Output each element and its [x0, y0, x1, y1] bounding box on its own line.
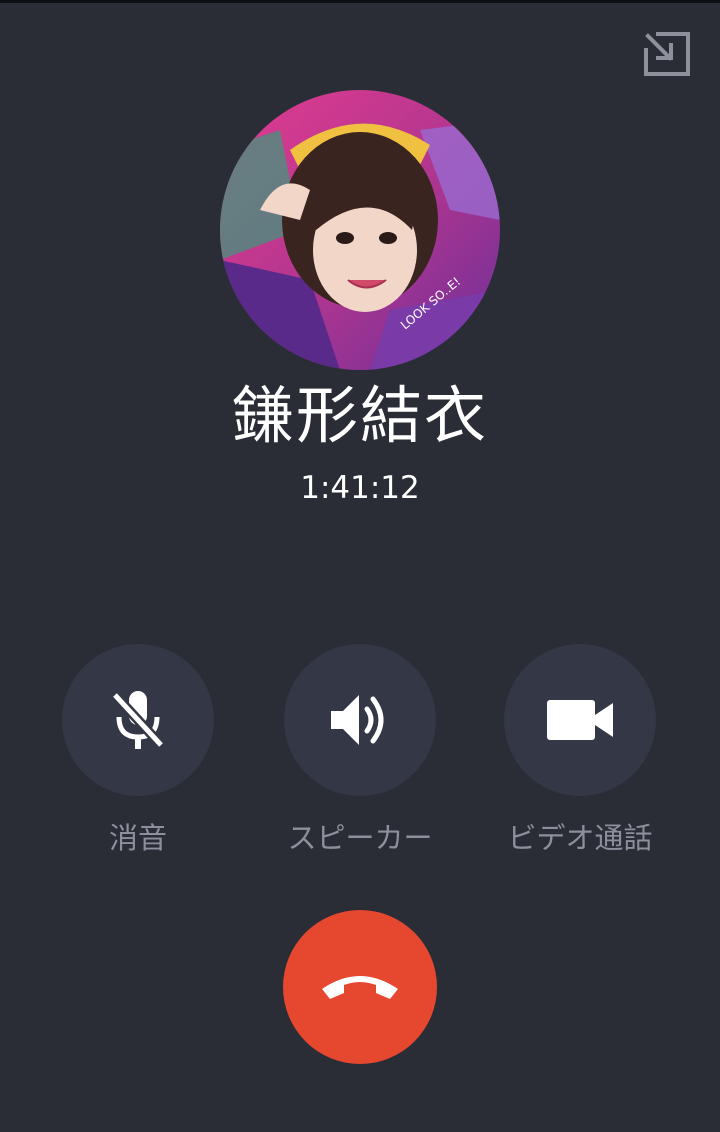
mic-off-icon: [111, 691, 165, 749]
call-duration: 1:41:12: [300, 470, 420, 506]
minimize-button[interactable]: [640, 30, 694, 80]
minimize-arrow-icon: [644, 32, 690, 76]
video-call-label[interactable]: ビデオ通話: [460, 818, 700, 858]
caller-avatar: LOOK SO..E!: [220, 90, 500, 370]
video-call-button[interactable]: [504, 644, 656, 796]
video-camera-icon: [547, 700, 613, 740]
hang-up-icon: [322, 976, 398, 999]
speaker-icon: [331, 695, 384, 745]
end-call-button[interactable]: [283, 910, 437, 1064]
speaker-label[interactable]: スピーカー: [240, 818, 480, 858]
mute-label[interactable]: 消音: [18, 818, 258, 858]
mute-button[interactable]: [62, 644, 214, 796]
caller-name: 鎌形結衣: [231, 379, 488, 452]
speaker-button[interactable]: [284, 644, 436, 796]
caller-avatar-photo: LOOK SO..E!: [220, 90, 500, 370]
status-strip: [0, 0, 720, 3]
